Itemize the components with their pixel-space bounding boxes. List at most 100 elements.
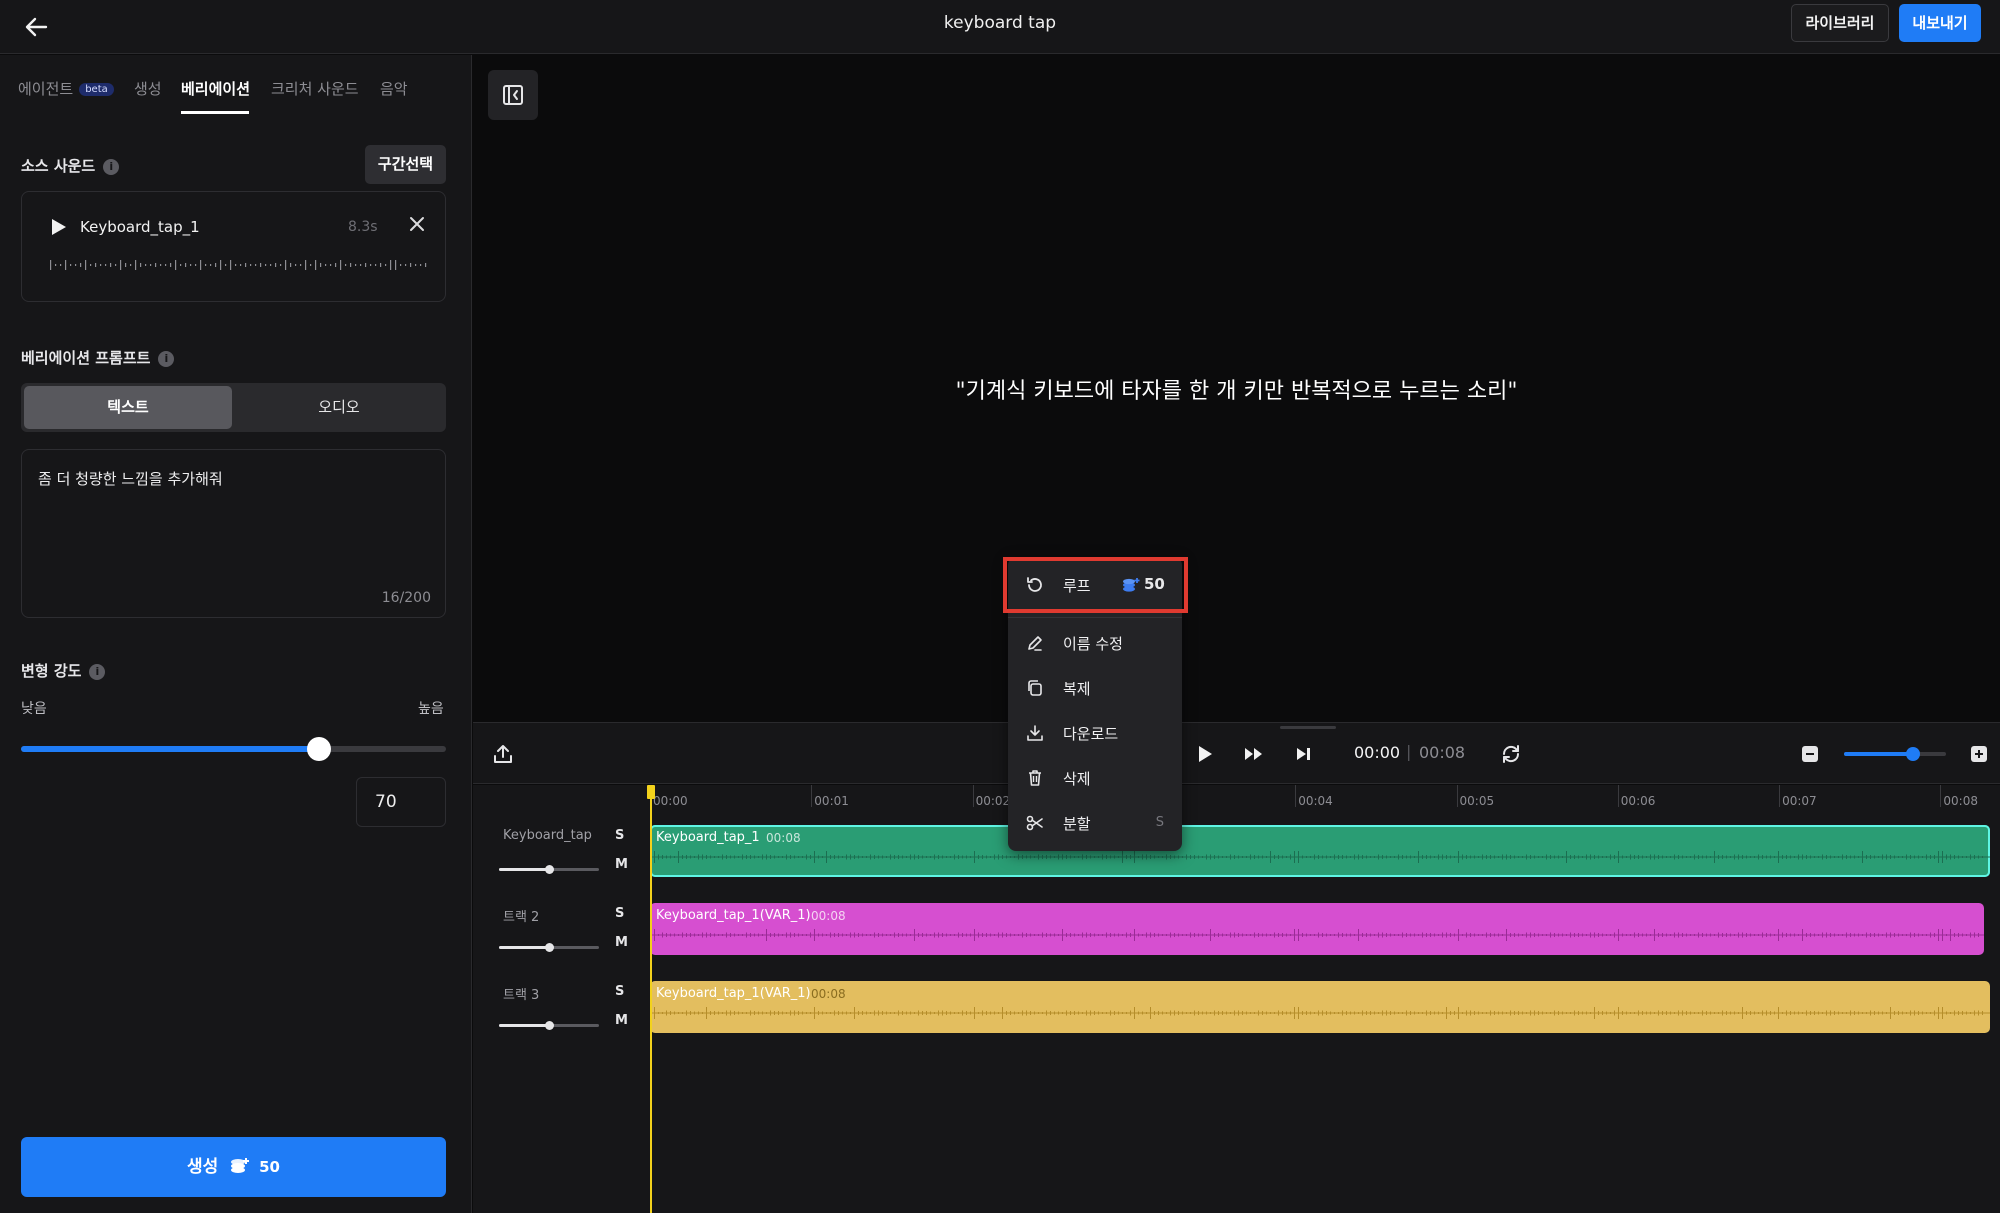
play-icon[interactable]	[52, 219, 66, 235]
source-sound-heading-text: 소스 사운드	[21, 157, 96, 175]
preview-area: "기계식 키보드에 타자를 한 개 키만 반복적으로 누르는 소리"	[473, 55, 2000, 721]
playhead-handle[interactable]	[647, 785, 655, 799]
close-icon[interactable]	[406, 213, 428, 235]
menu-item-delete[interactable]: 삭제	[1008, 758, 1182, 798]
solo-button[interactable]: S	[615, 906, 624, 921]
menu-divider	[1008, 617, 1182, 618]
intensity-slider-thumb[interactable]	[306, 737, 331, 761]
track-volume-slider[interactable]	[499, 943, 599, 952]
left-panel: 에이전트 beta 생성 베리에이션 크리처 사운드 음악 소스 사운드 i 구간선…	[0, 55, 472, 1213]
clip-waveform	[650, 929, 1984, 941]
info-icon[interactable]: i	[158, 351, 175, 367]
mode-audio-button[interactable]: 오디오	[236, 386, 442, 429]
pencil-icon	[1026, 634, 1044, 652]
info-icon[interactable]: i	[89, 664, 106, 680]
audio-clip[interactable]: Keyboard_tap_1 00:08	[650, 825, 1990, 877]
resize-handle[interactable]	[1280, 726, 1336, 729]
ruler-label: 00:06	[1620, 794, 1656, 808]
intensity-slider-fill	[21, 746, 319, 752]
menu-item-download[interactable]: 다운로드	[1008, 713, 1182, 753]
generate-button[interactable]: 생성 50	[21, 1137, 446, 1197]
mode-text-button[interactable]: 텍스트	[24, 386, 232, 429]
zoom-slider-thumb[interactable]	[1906, 747, 1921, 761]
track-volume-fill	[499, 1024, 549, 1027]
track-volume-slider[interactable]	[499, 1021, 599, 1030]
prompt-mode-toggle: 텍스트 오디오	[21, 383, 446, 432]
current-time: 00:00	[1354, 743, 1401, 762]
ruler-tick	[1617, 785, 1619, 807]
track-volume-thumb[interactable]	[545, 1021, 554, 1030]
upload-icon[interactable]	[492, 743, 514, 769]
range-select-button[interactable]: 구간선택	[365, 145, 446, 184]
download-icon	[1026, 724, 1044, 742]
solo-button[interactable]: S	[615, 828, 624, 843]
generate-cost: 50	[259, 1158, 280, 1176]
menu-item-split[interactable]: 분할 S	[1008, 803, 1182, 843]
zoom-in-icon[interactable]	[1970, 745, 1988, 767]
menu-item-duplicate[interactable]: 복제	[1008, 668, 1182, 708]
clip-duration: 00:08	[811, 909, 846, 923]
mute-button[interactable]: M	[615, 857, 628, 872]
transport-bar: 00:00 | 00:08	[473, 722, 2000, 784]
menu-item-rename[interactable]: 이름 수정	[1008, 623, 1182, 663]
zoom-slider[interactable]	[1844, 747, 1946, 761]
audio-clip[interactable]: Keyboard_tap_1(VAR_1) 00:08	[650, 981, 1990, 1033]
time-ruler[interactable]: 00:0000:0100:0200:0300:0400:0500:0600:07…	[473, 785, 2000, 821]
mute-button[interactable]: M	[615, 1013, 628, 1028]
track-volume-fill	[499, 868, 549, 871]
export-button[interactable]: 내보내기	[1899, 4, 1981, 42]
variation-prompt-heading-text: 베리에이션 프롬프트	[21, 349, 151, 367]
scissors-icon	[1026, 814, 1044, 832]
intensity-low-label: 낮음	[21, 701, 47, 717]
trash-icon	[1026, 769, 1044, 787]
loop-icon[interactable]	[1500, 743, 1522, 769]
track-name[interactable]: Keyboard_tap	[503, 828, 592, 843]
track-name[interactable]: 트랙 3	[503, 984, 539, 1003]
time-separator: |	[1406, 742, 1412, 761]
zoom-out-icon[interactable]	[1801, 745, 1819, 767]
ruler-label: 00:08	[1943, 794, 1978, 808]
total-time: 00:08	[1419, 743, 1466, 762]
clip-duration: 00:08	[811, 987, 846, 1001]
prompt-text-value: 좀 더 청량한 느낌을 추가해줘	[38, 470, 223, 488]
track-name[interactable]: 트랙 2	[503, 906, 539, 925]
audio-clip[interactable]: Keyboard_tap_1(VAR_1) 00:08	[650, 903, 1984, 955]
intensity-value-input[interactable]: 70	[356, 777, 446, 827]
zoom-slider-fill	[1844, 752, 1914, 756]
mute-button[interactable]: M	[615, 935, 628, 950]
source-file-name: Keyboard_tap_1	[80, 218, 200, 236]
menu-item-label: 복제	[1063, 680, 1091, 698]
source-sound-heading: 소스 사운드 i	[21, 155, 120, 176]
prompt-textarea[interactable]: 좀 더 청량한 느낌을 추가해줘 16/200	[21, 449, 446, 618]
track-volume-slider[interactable]	[499, 865, 599, 874]
copy-icon	[1026, 679, 1044, 697]
project-title: keyboard tap	[943, 13, 1057, 33]
highlight-box	[1003, 557, 1188, 613]
clip-name: Keyboard_tap_1(VAR_1)	[656, 908, 811, 923]
intensity-heading-text: 변형 강도	[21, 662, 82, 680]
tab-variation[interactable]: 베리에이션	[181, 78, 250, 99]
menu-item-label: 분할	[1063, 815, 1091, 833]
ruler-label: 00:00	[653, 794, 688, 808]
tab-creature-sound[interactable]: 크리처 사운드	[271, 78, 359, 99]
playhead[interactable]	[650, 785, 652, 1213]
panel-toggle-icon[interactable]	[488, 70, 538, 120]
menu-item-label: 다운로드	[1063, 725, 1119, 743]
tab-agent[interactable]: 에이전트 beta	[18, 78, 114, 99]
tab-music[interactable]: 음악	[380, 78, 408, 99]
ruler-tick	[972, 785, 974, 807]
source-waveform	[50, 260, 427, 270]
info-icon[interactable]: i	[103, 159, 120, 175]
library-button[interactable]: 라이브러리	[1791, 4, 1889, 42]
skip-end-icon[interactable]	[1295, 746, 1313, 766]
track-volume-thumb[interactable]	[545, 943, 554, 952]
ruler-tick	[1779, 785, 1781, 807]
solo-button[interactable]: S	[615, 984, 624, 999]
split-shortcut: S	[1155, 815, 1164, 830]
track-volume-fill	[499, 946, 549, 949]
tab-generate[interactable]: 생성	[134, 78, 162, 99]
intensity-slider[interactable]	[21, 737, 446, 761]
play-icon[interactable]	[1197, 745, 1213, 767]
track-volume-thumb[interactable]	[545, 865, 554, 874]
fast-forward-icon[interactable]	[1244, 746, 1264, 766]
